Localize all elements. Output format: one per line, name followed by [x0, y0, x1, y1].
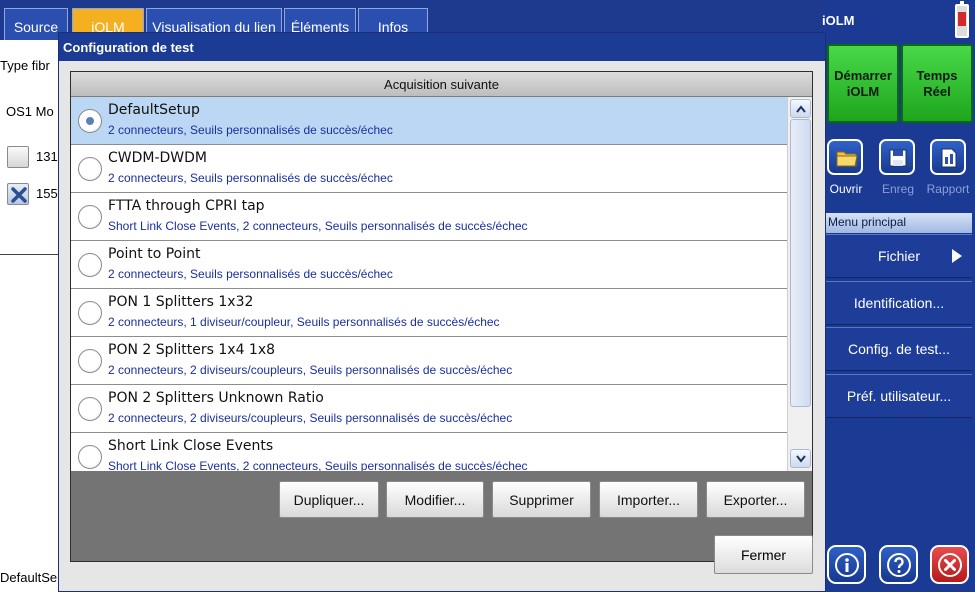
config-list: DefaultSetup 2 connecteurs, Seuils perso… [71, 97, 787, 471]
item-name: FTTA through CPRI tap [108, 198, 265, 214]
arrow-right-icon [952, 249, 962, 263]
radio-button[interactable] [78, 253, 102, 277]
radio-button[interactable] [78, 205, 102, 229]
wavelength-1-checkbox[interactable] [7, 146, 29, 168]
close-button[interactable]: Fermer [714, 535, 813, 574]
item-description: 2 connecteurs, Seuils personnalisés de s… [108, 267, 393, 281]
menu-item-file[interactable]: Fichier [826, 234, 972, 278]
radio-button[interactable] [78, 109, 102, 133]
save-label: Enreg [881, 182, 915, 196]
wavelength-2-checkbox[interactable] [7, 183, 29, 205]
item-name: PON 2 Splitters 1x4 1x8 [108, 342, 276, 358]
scroll-up-button[interactable] [790, 99, 811, 118]
chevron-down-icon [796, 455, 806, 463]
list-scrollbar[interactable] [787, 97, 812, 471]
radio-button[interactable] [78, 157, 102, 181]
scroll-down-button[interactable] [790, 449, 811, 468]
item-description: 2 connecteurs, 1 diviseur/coupleur, Seui… [108, 315, 500, 329]
main-menu-header: Menu principal [826, 213, 972, 233]
chevron-up-icon [796, 105, 806, 113]
radio-button[interactable] [78, 445, 102, 469]
list-item-default-setup[interactable]: DefaultSetup 2 connecteurs, Seuils perso… [71, 97, 787, 145]
info-button[interactable] [827, 545, 866, 584]
folder-icon [836, 151, 858, 167]
item-description: 2 connecteurs, 2 diviseurs/coupleurs, Se… [108, 411, 513, 425]
menu-item-test-config[interactable]: Config. de test... [826, 327, 972, 371]
save-icon [889, 149, 907, 167]
app-title: iOLM [822, 13, 855, 28]
help-icon [887, 553, 911, 577]
menu-item-user-prefs[interactable]: Préf. utilisateur... [826, 374, 972, 418]
config-list-frame: Acquisition suivante DefaultSetup 2 conn… [70, 71, 813, 562]
list-header: Acquisition suivante [71, 72, 812, 97]
item-description: 2 connecteurs, 2 diviseurs/coupleurs, Se… [108, 363, 513, 377]
wavelength-2-label: 155 [36, 186, 58, 201]
list-item-pon-2-splitters[interactable]: PON 2 Splitters 1x4 1x8 2 connecteurs, 2… [71, 337, 787, 385]
delete-button[interactable]: Supprimer [492, 481, 591, 518]
item-description: 2 connecteurs, Seuils personnalisés de s… [108, 123, 393, 137]
export-button[interactable]: Exporter... [706, 481, 805, 518]
modify-button[interactable]: Modifier... [386, 481, 484, 518]
check-x-icon [11, 187, 27, 203]
report-button[interactable] [930, 139, 966, 175]
open-button[interactable] [827, 139, 863, 175]
menu-item-label: Préf. utilisateur... [846, 388, 952, 404]
item-name: CWDM-DWDM [108, 150, 208, 166]
list-item-pon-unknown-ratio[interactable]: PON 2 Splitters Unknown Ratio 2 connecte… [71, 385, 787, 433]
item-description: Short Link Close Events, 2 connecteurs, … [108, 459, 528, 471]
fiber-type-value[interactable]: OS1 Mo [6, 104, 58, 119]
menu-item-identification[interactable]: Identification... [826, 281, 972, 325]
menu-item-label: Fichier [877, 248, 920, 264]
item-name: PON 1 Splitters 1x32 [108, 294, 254, 310]
item-description: Short Link Close Events, 2 connecteurs, … [108, 219, 528, 233]
import-button[interactable]: Importer... [599, 481, 698, 518]
radio-button[interactable] [78, 397, 102, 421]
divider [0, 254, 58, 255]
list-item-short-link[interactable]: Short Link Close Events Short Link Close… [71, 433, 787, 471]
close-icon [938, 553, 962, 577]
item-name: Point to Point [108, 246, 201, 262]
item-name: PON 2 Splitters Unknown Ratio [108, 390, 324, 406]
action-bar: Dupliquer... Modifier... Supprimer Impor… [71, 471, 812, 561]
list-item-pon-1-splitter[interactable]: PON 1 Splitters 1x32 2 connecteurs, 1 di… [71, 289, 787, 337]
item-name: Short Link Close Events [108, 438, 274, 454]
dialog-title: Configuration de test [59, 33, 825, 61]
duplicate-button[interactable]: Dupliquer... [279, 481, 379, 518]
test-config-dialog: Configuration de test Acquisition suivan… [58, 32, 826, 592]
fiber-type-label: Type fibr [0, 58, 50, 73]
save-button[interactable] [879, 139, 915, 175]
open-label: Ouvrir [829, 182, 863, 196]
list-item-ftta[interactable]: FTTA through CPRI tap Short Link Close E… [71, 193, 787, 241]
help-button[interactable] [879, 545, 918, 584]
report-label: Rapport [926, 182, 970, 196]
radio-button[interactable] [78, 349, 102, 373]
scroll-thumb[interactable] [790, 119, 811, 407]
item-description: 2 connecteurs, Seuils personnalisés de s… [108, 171, 393, 185]
wavelength-1-label: 131 [36, 149, 58, 164]
setup-value: DefaultSe [0, 570, 58, 585]
menu-item-label: Identification... [853, 295, 945, 311]
report-icon [941, 148, 957, 168]
menu-item-label: Config. de test... [848, 341, 950, 357]
info-icon [835, 553, 859, 577]
battery-icon [955, 1, 969, 38]
list-item-cwdm-dwdm[interactable]: CWDM-DWDM 2 connecteurs, Seuils personna… [71, 145, 787, 193]
exit-button[interactable] [930, 545, 969, 584]
realtime-button[interactable]: Temps Réel [901, 44, 973, 123]
list-item-point-to-point[interactable]: Point to Point 2 connecteurs, Seuils per… [71, 241, 787, 289]
item-name: DefaultSetup [108, 102, 200, 118]
start-iolm-button[interactable]: Démarrer iOLM [827, 44, 899, 123]
radio-button[interactable] [78, 301, 102, 325]
